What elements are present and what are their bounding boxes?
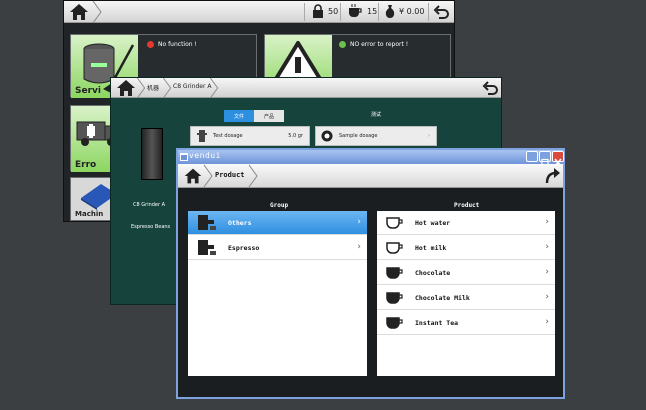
cup-icon	[386, 267, 403, 279]
breadcrumb-chevron-icon	[209, 78, 219, 98]
grinder-name: C8 Grinder A	[133, 202, 166, 208]
error-status: NO error to report !	[339, 41, 408, 48]
product-navbar: Product	[178, 164, 563, 188]
chevron-right-icon: ›	[428, 133, 430, 139]
back-button[interactable]	[482, 80, 500, 96]
chevron-right-icon: ›	[357, 242, 361, 252]
divider	[428, 3, 429, 21]
group-item-espresso[interactable]: Espresso ›	[188, 236, 367, 260]
lock-icon	[313, 4, 323, 18]
minimize-button[interactable]	[526, 151, 538, 166]
undo-icon	[482, 81, 498, 95]
money-bag-icon	[385, 5, 395, 18]
chevron-right-icon: ›	[545, 217, 549, 227]
product-item-hot-water[interactable]: Hot water ›	[377, 211, 555, 235]
breadcrumb-chevron-icon	[92, 1, 102, 23]
chevron-right-icon: ›	[545, 242, 549, 252]
errors-tile-label: Erro	[75, 160, 97, 170]
breadcrumb-chevron-icon	[136, 78, 146, 98]
product-item-chocolate[interactable]: Chocolate ›	[377, 261, 555, 285]
vendui-window: vendui Product Group Product Others › Es…	[176, 148, 565, 399]
grinder-icon	[197, 130, 207, 142]
divider	[304, 3, 305, 21]
beans-count: 50	[328, 6, 339, 16]
breadcrumb-machine[interactable]: 机器	[147, 83, 159, 92]
chevron-right-icon: ›	[545, 267, 549, 277]
home-icon	[70, 4, 88, 20]
machine-tile-label: Machin	[75, 210, 104, 218]
radio-icon	[321, 130, 333, 142]
group-column-header: Group	[270, 202, 289, 209]
divider	[378, 3, 379, 21]
error-status-text: NO error to report !	[350, 41, 409, 48]
maximize-button[interactable]	[539, 151, 551, 167]
test-dosage-value: 5.0 gr	[288, 133, 303, 139]
cup-icon	[386, 217, 403, 229]
coffee-machine-icon	[198, 215, 216, 230]
product-item-label: Hot water	[415, 218, 451, 227]
product-item-label: Hot milk	[415, 243, 447, 252]
product-list: Hot water › Hot milk › Chocolate › Choco…	[377, 211, 555, 376]
product-item-instant-tea[interactable]: Instant Tea ›	[377, 311, 555, 335]
money-counter: ¥ 0.00	[385, 4, 424, 18]
tab-file[interactable]: 文件	[224, 110, 254, 122]
window-titlebar[interactable]: vendui	[178, 150, 564, 167]
dashboard-toolbar: 50 15 ¥ 0.00	[64, 1, 454, 23]
product-item-label: Instant Tea	[415, 318, 459, 327]
coffee-cup-icon	[349, 4, 362, 17]
breadcrumb-chevron-icon	[203, 164, 213, 188]
test-dosage-label: Test dosage	[213, 133, 243, 139]
cups-count: 15	[367, 6, 378, 16]
breadcrumb-product[interactable]: Product	[215, 171, 245, 179]
service-status: No function !	[147, 41, 197, 48]
group-item-label: Others	[228, 218, 252, 227]
tab-product[interactable]: 产品	[254, 110, 284, 122]
product-item-label: Chocolate	[415, 268, 451, 277]
group-list: Others › Espresso ›	[188, 211, 367, 376]
chevron-right-icon: ›	[545, 292, 549, 302]
group-item-label: Espresso	[228, 243, 260, 252]
red-status-icon	[147, 41, 154, 48]
money-value: ¥ 0.00	[399, 6, 425, 16]
product-item-hot-milk[interactable]: Hot milk ›	[377, 236, 555, 260]
product-item-chocolate-milk[interactable]: Chocolate Milk ›	[377, 286, 555, 310]
window-title: vendui	[189, 151, 221, 160]
grinder-image	[141, 128, 163, 180]
chevron-right-icon: ›	[357, 217, 361, 227]
breadcrumb-chevron-icon	[248, 164, 258, 188]
group-item-others[interactable]: Others ›	[188, 211, 367, 235]
test-dosage-row[interactable]: Test dosage 5.0 gr	[190, 126, 310, 146]
undo-icon	[433, 5, 449, 19]
close-button[interactable]	[552, 151, 564, 167]
app-icon	[180, 153, 188, 161]
breadcrumb-chevron-icon	[162, 78, 172, 98]
grinder-toolbar: 机器 C8 Grinder A	[111, 78, 501, 98]
beans-counter: 50	[312, 4, 338, 18]
sample-dosage-label: Sample dosage	[339, 133, 378, 139]
grinder-subtitle: Espresso Beans	[131, 224, 171, 230]
service-tile-label: Servi	[75, 86, 101, 96]
redo-arrow-icon	[545, 168, 560, 184]
espresso-machine-icon	[198, 240, 216, 255]
cup-icon	[386, 292, 403, 304]
cup-icon	[386, 242, 403, 254]
chevron-right-icon: ›	[545, 317, 549, 327]
sample-dosage-row[interactable]: Sample dosage ›	[315, 126, 437, 146]
back-button[interactable]	[433, 4, 451, 20]
forward-button[interactable]	[544, 167, 562, 185]
test-header: 测试	[371, 112, 382, 118]
divider	[340, 3, 341, 21]
cups-counter: 15	[347, 4, 377, 18]
home-button[interactable]	[66, 2, 92, 22]
service-status-text: No function !	[158, 41, 197, 48]
cup-icon	[386, 317, 403, 329]
product-column-header: Product	[454, 202, 480, 209]
breadcrumb-grinder[interactable]: C8 Grinder A	[173, 83, 211, 90]
green-status-icon	[339, 41, 346, 48]
home-icon	[184, 168, 202, 184]
product-item-label: Chocolate Milk	[415, 293, 470, 302]
